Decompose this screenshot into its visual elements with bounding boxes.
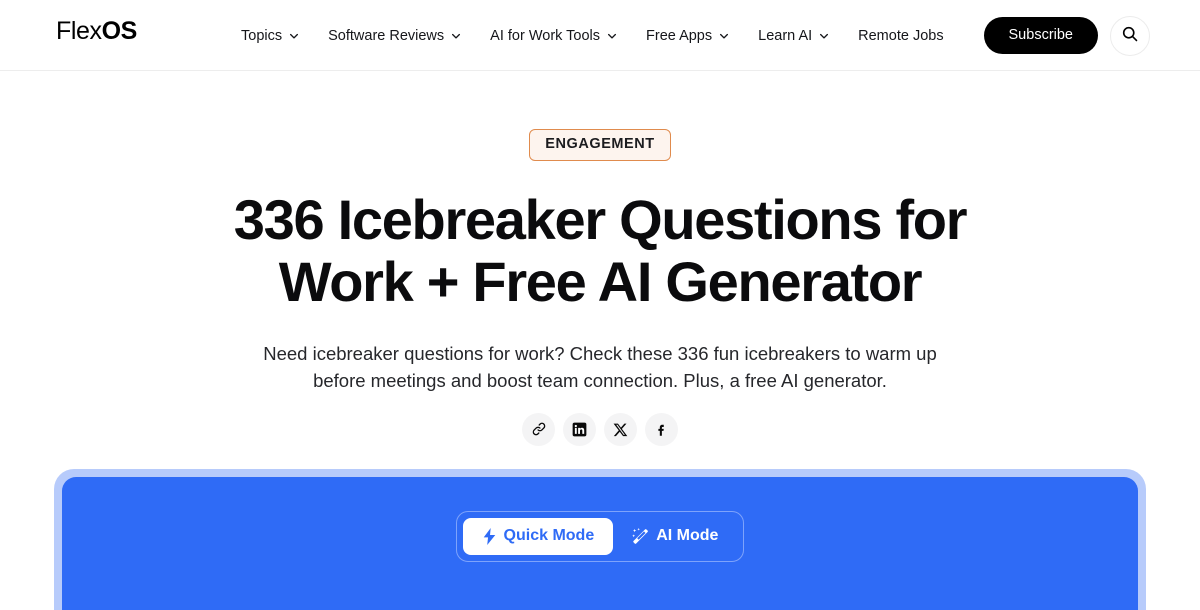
chevron-down-icon [718, 30, 730, 42]
search-icon [1121, 25, 1139, 46]
quick-mode-button[interactable]: Quick Mode [462, 517, 614, 555]
brand-logo-bold: OS [101, 17, 138, 45]
search-button[interactable] [1110, 15, 1150, 56]
nav-item-label: Software Reviews [328, 27, 445, 44]
chevron-down-icon [818, 30, 830, 42]
nav-item-learn-ai[interactable]: Learn AI [758, 28, 844, 44]
generator-panel: Quick Mode AI Mode [54, 468, 1146, 610]
facebook-icon [654, 422, 669, 437]
nav-item-ai-for-work-tools[interactable]: AI for Work Tools [490, 28, 632, 44]
lightning-bolt-icon [482, 527, 497, 545]
share-x-button[interactable] [604, 412, 637, 446]
site-header: FlexOS Topics Software Reviews AI for Wo… [0, 0, 1200, 71]
share-linkedin-button[interactable] [563, 412, 596, 446]
link-icon [531, 421, 547, 437]
nav-item-label: AI for Work Tools [490, 27, 601, 44]
nav-item-software-reviews[interactable]: Software Reviews [328, 28, 476, 44]
ai-mode-button[interactable]: AI Mode [613, 518, 737, 555]
share-buttons [0, 412, 1200, 446]
quick-mode-label: Quick Mode [503, 527, 595, 544]
header-actions: Subscribe [983, 0, 1150, 71]
category-badge[interactable]: ENGAGEMENT [529, 129, 671, 161]
magic-wand-sparkles-icon [632, 527, 649, 545]
nav-item-label: Topics [241, 27, 283, 44]
chevron-down-icon [450, 30, 462, 42]
chevron-down-icon [288, 30, 300, 42]
hero-section: ENGAGEMENT 336 Icebreaker Questions for … [0, 71, 1200, 610]
page-title: 336 Icebreaker Questions for Work + Free… [233, 187, 968, 313]
page-subtitle: Need icebreaker questions for work? Chec… [263, 342, 937, 391]
linkedin-icon [572, 422, 587, 437]
mode-toggle-group: Quick Mode AI Mode [455, 510, 745, 562]
ai-mode-label: AI Mode [656, 527, 719, 544]
category-badge-wrap: ENGAGEMENT [0, 129, 1200, 161]
nav-item-label: Remote Jobs [858, 27, 944, 44]
subscribe-button[interactable]: Subscribe [983, 17, 1098, 54]
nav-item-topics[interactable]: Topics [241, 28, 314, 44]
share-facebook-button[interactable] [645, 412, 678, 446]
chevron-down-icon [606, 30, 618, 42]
nav-item-label: Learn AI [758, 27, 813, 44]
brand-logo-light: Flex [56, 17, 102, 45]
nav-item-free-apps[interactable]: Free Apps [646, 28, 744, 44]
brand-logo[interactable]: FlexOS [56, 19, 137, 44]
x-icon [613, 422, 628, 437]
nav-item-remote-jobs[interactable]: Remote Jobs [858, 28, 943, 44]
share-copy-link-button[interactable] [522, 412, 555, 446]
nav-item-label: Free Apps [646, 27, 713, 44]
generator-panel-body: Quick Mode AI Mode [62, 476, 1138, 610]
main-navigation: Topics Software Reviews AI for Work Tool… [241, 0, 944, 71]
